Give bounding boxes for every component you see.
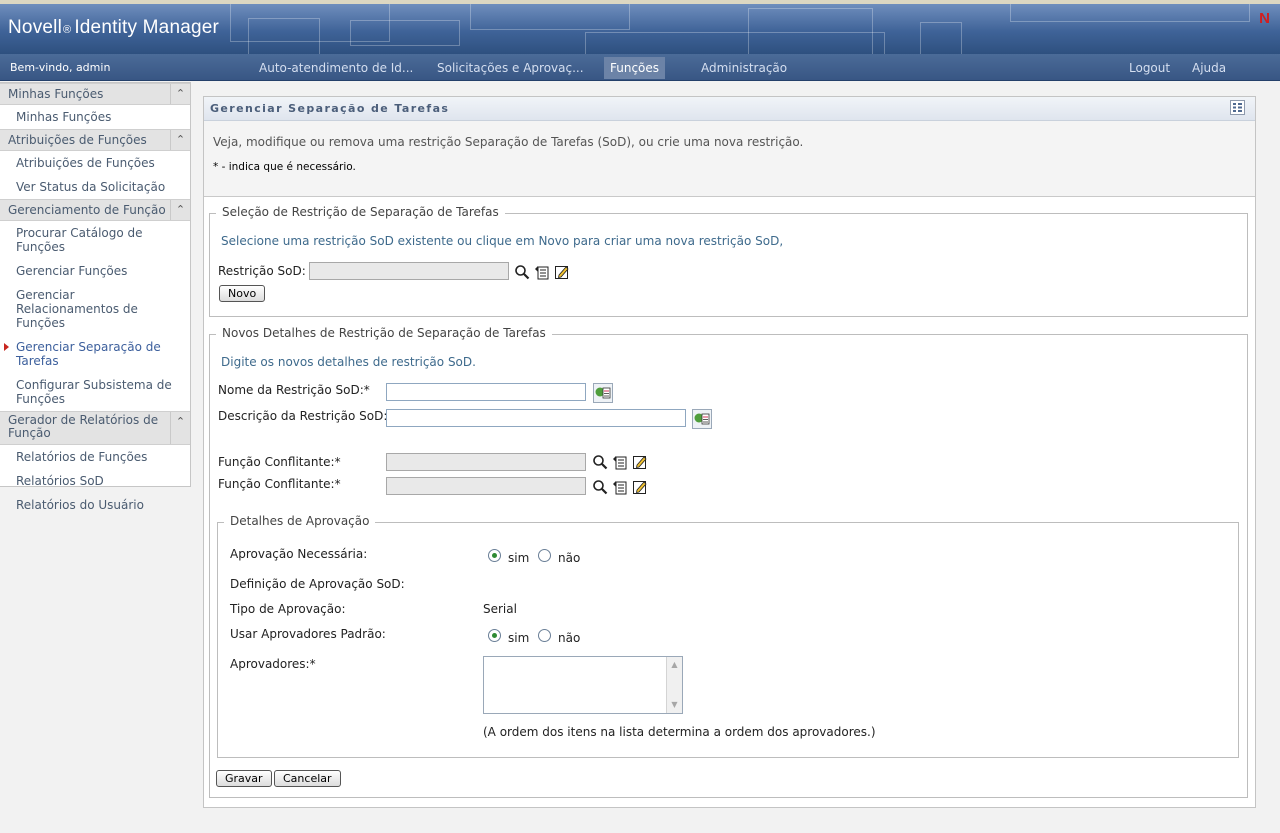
localize-icon[interactable] <box>593 383 613 403</box>
sidebar-item-manage-roles[interactable]: Gerenciar Funções <box>0 259 190 283</box>
collapse-icon[interactable]: ⌃ <box>170 412 190 444</box>
sidebar-group-role-assignments[interactable]: Atribuições de Funções ⌃ <box>0 129 190 151</box>
app-banner: Novell® Identity Manager N <box>0 4 1280 54</box>
sod-restriction-field[interactable] <box>309 262 509 280</box>
novell-n-logo: N <box>1259 10 1270 27</box>
conflicting-role-2-label: Função Conflitante:* <box>218 477 341 491</box>
default-approvers-yes-radio[interactable] <box>488 629 501 642</box>
sidebar-item-role-assignments[interactable]: Atribuições de Funções <box>0 151 190 175</box>
grid-menu-icon[interactable] <box>1230 100 1245 115</box>
edit-icon[interactable] <box>632 454 648 470</box>
history-list-icon[interactable] <box>612 454 628 470</box>
collapse-icon[interactable]: ⌃ <box>170 130 190 150</box>
approvers-order-note: (A ordem dos itens na lista determina a … <box>483 725 876 739</box>
save-button[interactable]: Gravar <box>216 770 272 787</box>
details-hint: Digite os novos detalhes de restrição So… <box>221 355 476 369</box>
active-marker-icon <box>4 343 9 351</box>
sidebar-item-sod-reports[interactable]: Relatórios SoD <box>0 469 190 493</box>
conflicting-role-1-label: Função Conflitante:* <box>218 455 341 469</box>
new-button[interactable]: Novo <box>219 285 266 302</box>
sidebar-item-my-roles[interactable]: Minhas Funções <box>0 105 190 129</box>
edit-icon[interactable] <box>632 479 648 495</box>
localize-icon[interactable] <box>692 409 712 429</box>
tab-administration[interactable]: Administração <box>695 57 793 79</box>
sidebar-item-configure-subsystem[interactable]: Configurar Subsistema de Funções <box>0 373 190 411</box>
sidebar-item-role-reports[interactable]: Relatórios de Funções <box>0 445 190 469</box>
sidebar-item-user-reports[interactable]: Relatórios do Usuário <box>0 493 190 517</box>
cancel-button[interactable]: Cancelar <box>274 770 341 787</box>
search-icon[interactable] <box>592 454 608 470</box>
tab-roles[interactable]: Funções <box>604 57 666 79</box>
sidebar-group-title: Atribuições de Funções <box>8 133 147 147</box>
sidebar-group-title: Gerador de Relatórios de Função <box>8 413 159 440</box>
conflicting-role-1-field[interactable] <box>386 453 586 471</box>
intro-section: Veja, modifique ou remova uma restrição … <box>204 121 1255 197</box>
logout-link[interactable]: Logout <box>1123 57 1176 79</box>
collapse-icon[interactable]: ⌃ <box>170 84 190 104</box>
approvers-listbox[interactable]: ▲ ▼ <box>483 656 683 714</box>
search-icon[interactable] <box>592 479 608 495</box>
approval-definition-label: Definição de Aprovação SoD: <box>230 577 405 591</box>
required-note: * - indica que é necessário. <box>213 161 356 173</box>
radio-label-yes: sim <box>508 631 530 645</box>
approval-required-label: Aprovação Necessária: <box>230 547 368 561</box>
sod-description-input[interactable] <box>386 409 686 427</box>
approval-required-yes-radio[interactable] <box>488 549 501 562</box>
sod-restriction-label: Restrição SoD: <box>218 264 306 278</box>
section-legend: Novos Detalhes de Restrição de Separação… <box>216 326 552 340</box>
radio-label-no: não <box>558 551 581 565</box>
approvers-label: Aprovadores:* <box>230 657 316 671</box>
section-legend: Seleção de Restrição de Separação de Tar… <box>216 205 505 219</box>
radio-label-no: não <box>558 631 581 645</box>
radio-label-yes: sim <box>508 551 530 565</box>
page-title: Gerenciar Separação de Tarefas <box>210 102 450 115</box>
conflicting-role-2-field[interactable] <box>386 477 586 495</box>
approval-type-label: Tipo de Aprovação: <box>230 602 346 616</box>
sidebar-item-request-status[interactable]: Ver Status da Solicitação <box>0 175 190 199</box>
sidebar-group-role-reporting[interactable]: Gerador de Relatórios de Função ⌃ <box>0 411 190 445</box>
sidebar-group-title: Minhas Funções <box>8 87 104 101</box>
welcome-text: Bem-vindo, admin <box>10 61 111 74</box>
sidebar-item-label: Gerenciar Separação de Tarefas <box>16 340 161 368</box>
approval-type-value: Serial <box>483 602 517 616</box>
edit-icon[interactable] <box>554 264 570 280</box>
sidebar-item-manage-sod[interactable]: Gerenciar Separação de Tarefas <box>0 335 190 373</box>
sod-name-label: Nome da Restrição SoD:* <box>218 383 370 397</box>
collapse-icon[interactable]: ⌃ <box>170 200 190 220</box>
tab-self-service[interactable]: Auto-atendimento de Id... <box>253 57 419 79</box>
history-list-icon[interactable] <box>612 479 628 495</box>
sidebar-group-role-management[interactable]: Gerenciamento de Função ⌃ <box>0 199 190 221</box>
default-approvers-label: Usar Aprovadores Padrão: <box>230 627 386 641</box>
page-description: Veja, modifique ou remova uma restrição … <box>213 135 804 149</box>
sidebar-item-manage-relationships[interactable]: Gerenciar Relacionamentos de Funções <box>0 283 190 335</box>
listbox-scrollbar[interactable]: ▲ ▼ <box>666 657 682 713</box>
selection-hint: Selecione uma restrição SoD existente ou… <box>221 234 784 248</box>
approval-required-no-radio[interactable] <box>538 549 551 562</box>
help-link[interactable]: Ajuda <box>1186 57 1232 79</box>
sidebar-group-title: Gerenciamento de Função <box>8 203 166 217</box>
panel-title-bar: Gerenciar Separação de Tarefas <box>204 97 1255 121</box>
sidebar-group-my-roles[interactable]: Minhas Funções ⌃ <box>0 83 190 105</box>
sidebar-item-browse-catalog[interactable]: Procurar Catálogo de Funções <box>0 221 190 259</box>
default-approvers-no-radio[interactable] <box>538 629 551 642</box>
search-icon[interactable] <box>514 264 530 280</box>
sod-description-label: Descrição da Restrição SoD:* <box>218 409 394 423</box>
sidebar: Minhas Funções ⌃ Minhas Funções Atribuiç… <box>0 82 191 512</box>
tab-requests-approvals[interactable]: Solicitações e Aprovaç... <box>431 57 590 79</box>
brand-logo: Novell® Identity Manager <box>8 17 220 38</box>
history-list-icon[interactable] <box>534 264 550 280</box>
nav-bar: Bem-vindo, admin Auto-atendimento de Id.… <box>0 54 1280 81</box>
scroll-up-icon[interactable]: ▲ <box>669 660 680 670</box>
scroll-down-icon[interactable]: ▼ <box>669 700 680 710</box>
sod-name-input[interactable] <box>386 383 586 401</box>
section-legend: Detalhes de Aprovação <box>224 514 376 528</box>
